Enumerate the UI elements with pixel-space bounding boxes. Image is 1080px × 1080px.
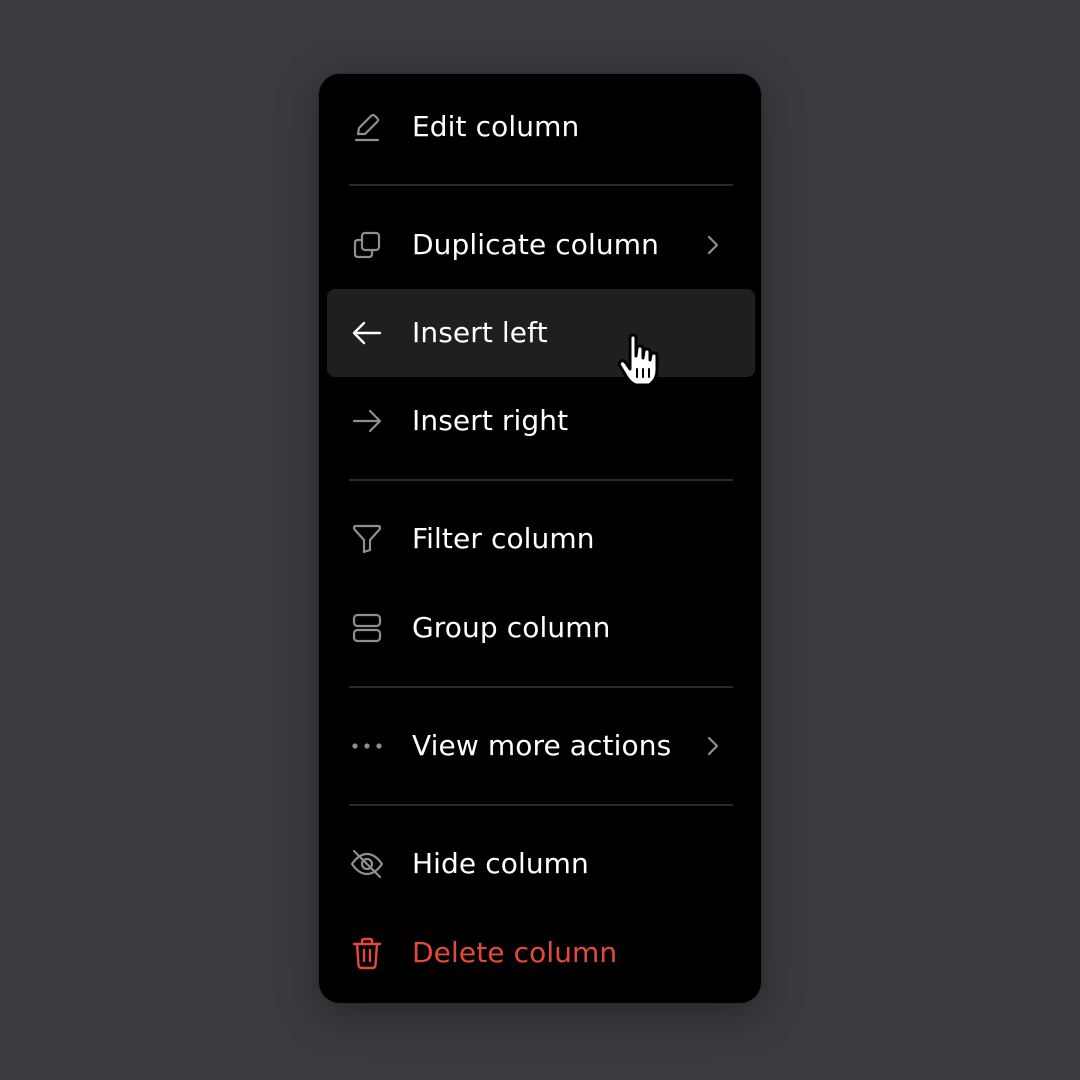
arrow-right-icon xyxy=(349,403,385,439)
arrow-left-icon xyxy=(349,315,385,351)
menu-item-label: Insert left xyxy=(412,316,548,349)
menu-item-edit-column[interactable]: Edit column xyxy=(327,83,755,171)
menu-divider xyxy=(349,479,733,481)
menu-item-label: Edit column xyxy=(412,110,580,143)
eye-off-icon xyxy=(349,846,385,882)
group-icon xyxy=(349,610,385,646)
menu-item-filter-column[interactable]: Filter column xyxy=(327,495,755,583)
more-horizontal-icon xyxy=(349,728,385,764)
menu-item-duplicate-column[interactable]: Duplicate column xyxy=(327,201,755,289)
menu-item-label: Hide column xyxy=(412,847,589,880)
menu-item-insert-left[interactable]: Insert left xyxy=(327,289,755,377)
column-context-menu: Edit column Duplicate column Insert left xyxy=(318,73,762,1004)
menu-item-label: Group column xyxy=(412,611,611,644)
filter-icon xyxy=(349,521,385,557)
menu-item-label: Insert right xyxy=(412,404,569,437)
menu-item-insert-right[interactable]: Insert right xyxy=(327,377,755,465)
menu-divider xyxy=(349,804,733,806)
menu-item-group-column[interactable]: Group column xyxy=(327,584,755,672)
menu-item-label: Delete column xyxy=(412,936,618,969)
menu-item-delete-column[interactable]: Delete column xyxy=(327,909,755,997)
menu-item-hide-column[interactable]: Hide column xyxy=(327,820,755,908)
menu-item-label: Filter column xyxy=(412,522,595,555)
menu-item-view-more-actions[interactable]: View more actions xyxy=(327,702,755,790)
copy-icon xyxy=(349,227,385,263)
menu-item-label: View more actions xyxy=(412,729,672,762)
trash-icon xyxy=(349,935,385,971)
menu-divider xyxy=(349,184,733,186)
menu-divider xyxy=(349,686,733,688)
menu-item-label: Duplicate column xyxy=(412,228,659,261)
chevron-right-icon xyxy=(700,733,726,759)
pencil-icon xyxy=(349,109,385,145)
chevron-right-icon xyxy=(700,232,726,258)
